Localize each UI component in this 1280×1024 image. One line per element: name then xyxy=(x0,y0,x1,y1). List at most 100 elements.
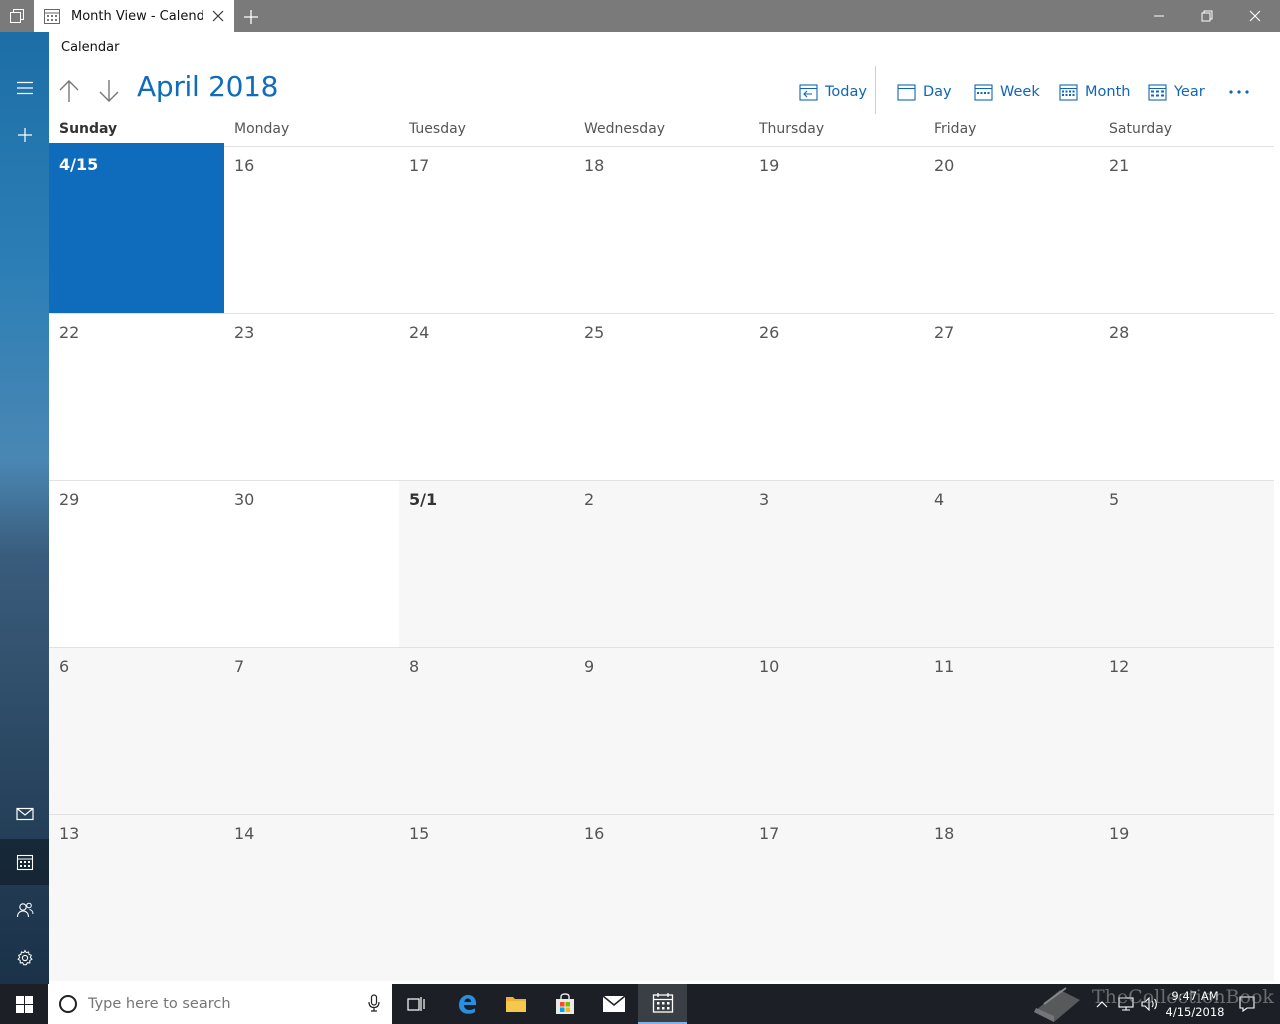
weekday-saturday: Saturday xyxy=(1109,121,1173,137)
day-cell[interactable]: 25 xyxy=(574,313,749,480)
day-cell[interactable]: 24 xyxy=(399,313,574,480)
day-label: Day xyxy=(923,84,952,100)
app-title: Calendar xyxy=(61,40,120,55)
restore-button[interactable] xyxy=(1184,0,1230,32)
sets-button[interactable] xyxy=(0,0,34,32)
people-button[interactable] xyxy=(0,887,49,933)
today-button[interactable]: Today xyxy=(799,78,867,106)
day-cell[interactable]: 4 xyxy=(924,480,1099,647)
day-number: 16 xyxy=(234,156,255,175)
taskbar-search[interactable] xyxy=(48,984,392,1024)
day-view-icon xyxy=(897,84,916,101)
search-input[interactable] xyxy=(88,996,348,1012)
task-view-button[interactable] xyxy=(392,984,441,1024)
day-cell[interactable]: 15 xyxy=(399,814,574,981)
day-number: 15 xyxy=(409,824,430,843)
month-title[interactable]: April 2018 xyxy=(137,70,278,103)
month-view-button[interactable]: Month xyxy=(1059,78,1130,106)
day-cell[interactable]: 17 xyxy=(749,814,924,981)
day-cell[interactable]: 10 xyxy=(749,647,924,814)
plus-icon xyxy=(244,10,258,24)
day-cell[interactable]: 16 xyxy=(574,814,749,981)
day-cell[interactable]: 22 xyxy=(49,313,224,480)
week-label: Week xyxy=(1000,84,1040,100)
month-label: Month xyxy=(1085,84,1131,100)
watermark: TheCollectionBook xyxy=(1030,980,1280,1024)
day-cell[interactable]: 3 xyxy=(749,480,924,647)
plus-icon xyxy=(17,128,32,142)
day-cell[interactable]: 13 xyxy=(49,814,224,981)
day-number: 23 xyxy=(234,323,255,342)
day-cell[interactable]: 12 xyxy=(1099,647,1274,814)
day-cell[interactable]: 19 xyxy=(749,146,924,313)
calendar-nav-button[interactable] xyxy=(0,839,49,885)
day-number: 7 xyxy=(234,657,245,676)
next-month-button[interactable] xyxy=(95,76,123,106)
mail-button[interactable] xyxy=(0,791,49,837)
day-number: 17 xyxy=(759,824,780,843)
day-number: 4/15 xyxy=(59,155,99,174)
day-cell[interactable]: 28 xyxy=(1099,313,1274,480)
more-options-button[interactable] xyxy=(1224,80,1254,104)
day-cell[interactable]: 18 xyxy=(924,814,1099,981)
start-button[interactable] xyxy=(0,984,48,1024)
day-number: 14 xyxy=(234,824,255,843)
day-cell[interactable]: 8 xyxy=(399,647,574,814)
day-cell[interactable]: 9 xyxy=(574,647,749,814)
day-cell[interactable]: 18 xyxy=(574,146,749,313)
year-view-button[interactable]: Year xyxy=(1148,78,1205,106)
week-view-button[interactable]: Week xyxy=(974,78,1040,106)
day-number: 17 xyxy=(409,156,430,175)
day-cell[interactable]: 17 xyxy=(399,146,574,313)
day-number: 13 xyxy=(59,824,80,843)
active-tab[interactable]: Month View - Calendar xyxy=(34,0,234,32)
day-number: 5 xyxy=(1109,490,1120,509)
toolbar-separator xyxy=(875,66,876,114)
store-icon xyxy=(555,993,574,1014)
day-cell[interactable]: 23 xyxy=(224,313,399,480)
calendar-icon xyxy=(652,993,673,1013)
microphone-icon[interactable] xyxy=(368,994,380,1012)
edge-app-button[interactable] xyxy=(442,984,491,1024)
day-number: 18 xyxy=(934,824,955,843)
day-cell[interactable]: 20 xyxy=(924,146,1099,313)
new-event-button[interactable] xyxy=(0,112,49,158)
day-cell[interactable]: 19 xyxy=(1099,814,1274,981)
day-cell[interactable]: 16 xyxy=(224,146,399,313)
weekday-friday: Friday xyxy=(934,121,977,137)
day-cell[interactable]: 6 xyxy=(49,647,224,814)
calendar-app-button[interactable] xyxy=(638,984,687,1024)
edge-icon xyxy=(458,995,476,1014)
store-app-button[interactable] xyxy=(540,984,589,1024)
day-cell[interactable]: 11 xyxy=(924,647,1099,814)
close-window-button[interactable] xyxy=(1232,0,1278,32)
close-tab-icon[interactable] xyxy=(210,8,226,24)
day-cell[interactable]: 21 xyxy=(1099,146,1274,313)
day-cell[interactable]: 5 xyxy=(1099,480,1274,647)
day-number: 22 xyxy=(59,323,80,342)
day-cell[interactable]: 14 xyxy=(224,814,399,981)
today-label: Today xyxy=(825,84,867,100)
day-cell[interactable]: 5/1 xyxy=(399,480,574,647)
hamburger-menu-button[interactable] xyxy=(0,65,49,111)
day-cell[interactable]: 26 xyxy=(749,313,924,480)
day-cell-today[interactable]: 4/15 xyxy=(49,143,224,313)
day-view-button[interactable]: Day xyxy=(897,78,952,106)
day-cell[interactable]: 27 xyxy=(924,313,1099,480)
day-cell[interactable]: 29 xyxy=(49,480,224,647)
settings-button[interactable] xyxy=(0,935,49,981)
day-number: 27 xyxy=(934,323,955,342)
calendar-app-icon xyxy=(44,9,60,24)
day-number: 25 xyxy=(584,323,605,342)
year-view-icon xyxy=(1148,84,1167,101)
minimize-button[interactable] xyxy=(1136,0,1182,32)
new-tab-button[interactable] xyxy=(240,6,262,28)
day-number: 18 xyxy=(584,156,605,175)
day-cell[interactable]: 2 xyxy=(574,480,749,647)
day-cell[interactable]: 30 xyxy=(224,480,399,647)
file-explorer-button[interactable] xyxy=(491,984,540,1024)
previous-month-button[interactable] xyxy=(55,76,83,106)
folder-icon xyxy=(505,997,526,1012)
mail-app-button[interactable] xyxy=(589,984,638,1024)
day-cell[interactable]: 7 xyxy=(224,647,399,814)
